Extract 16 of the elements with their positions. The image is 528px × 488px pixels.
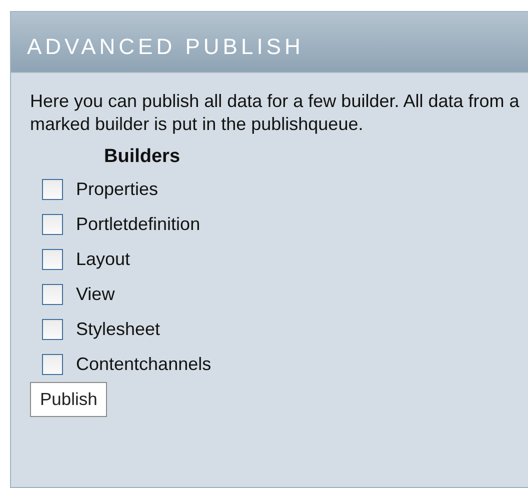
checkbox[interactable] xyxy=(42,179,63,200)
checkbox[interactable] xyxy=(42,214,63,235)
checkbox-label: Layout xyxy=(76,249,130,270)
checkbox-label: Portletdefinition xyxy=(76,214,200,235)
description-text: Here you can publish all data for a few builder. All data from a marked builder is put in the publishqueue. xyxy=(30,90,520,136)
checkbox[interactable] xyxy=(42,354,63,375)
checkbox-label: View xyxy=(76,284,115,305)
checkbox-label: Properties xyxy=(76,179,158,200)
builders-heading: Builders xyxy=(104,146,182,169)
checkbox-label: Contentchannels xyxy=(76,354,212,375)
checkbox-label: Stylesheet xyxy=(76,319,160,340)
publish-button[interactable]: Publish xyxy=(30,382,108,417)
panel-title: ADVANCED PUBLISH xyxy=(27,36,304,58)
checkbox[interactable] xyxy=(42,249,63,270)
checkbox[interactable] xyxy=(42,319,63,340)
checkbox[interactable] xyxy=(42,284,63,305)
